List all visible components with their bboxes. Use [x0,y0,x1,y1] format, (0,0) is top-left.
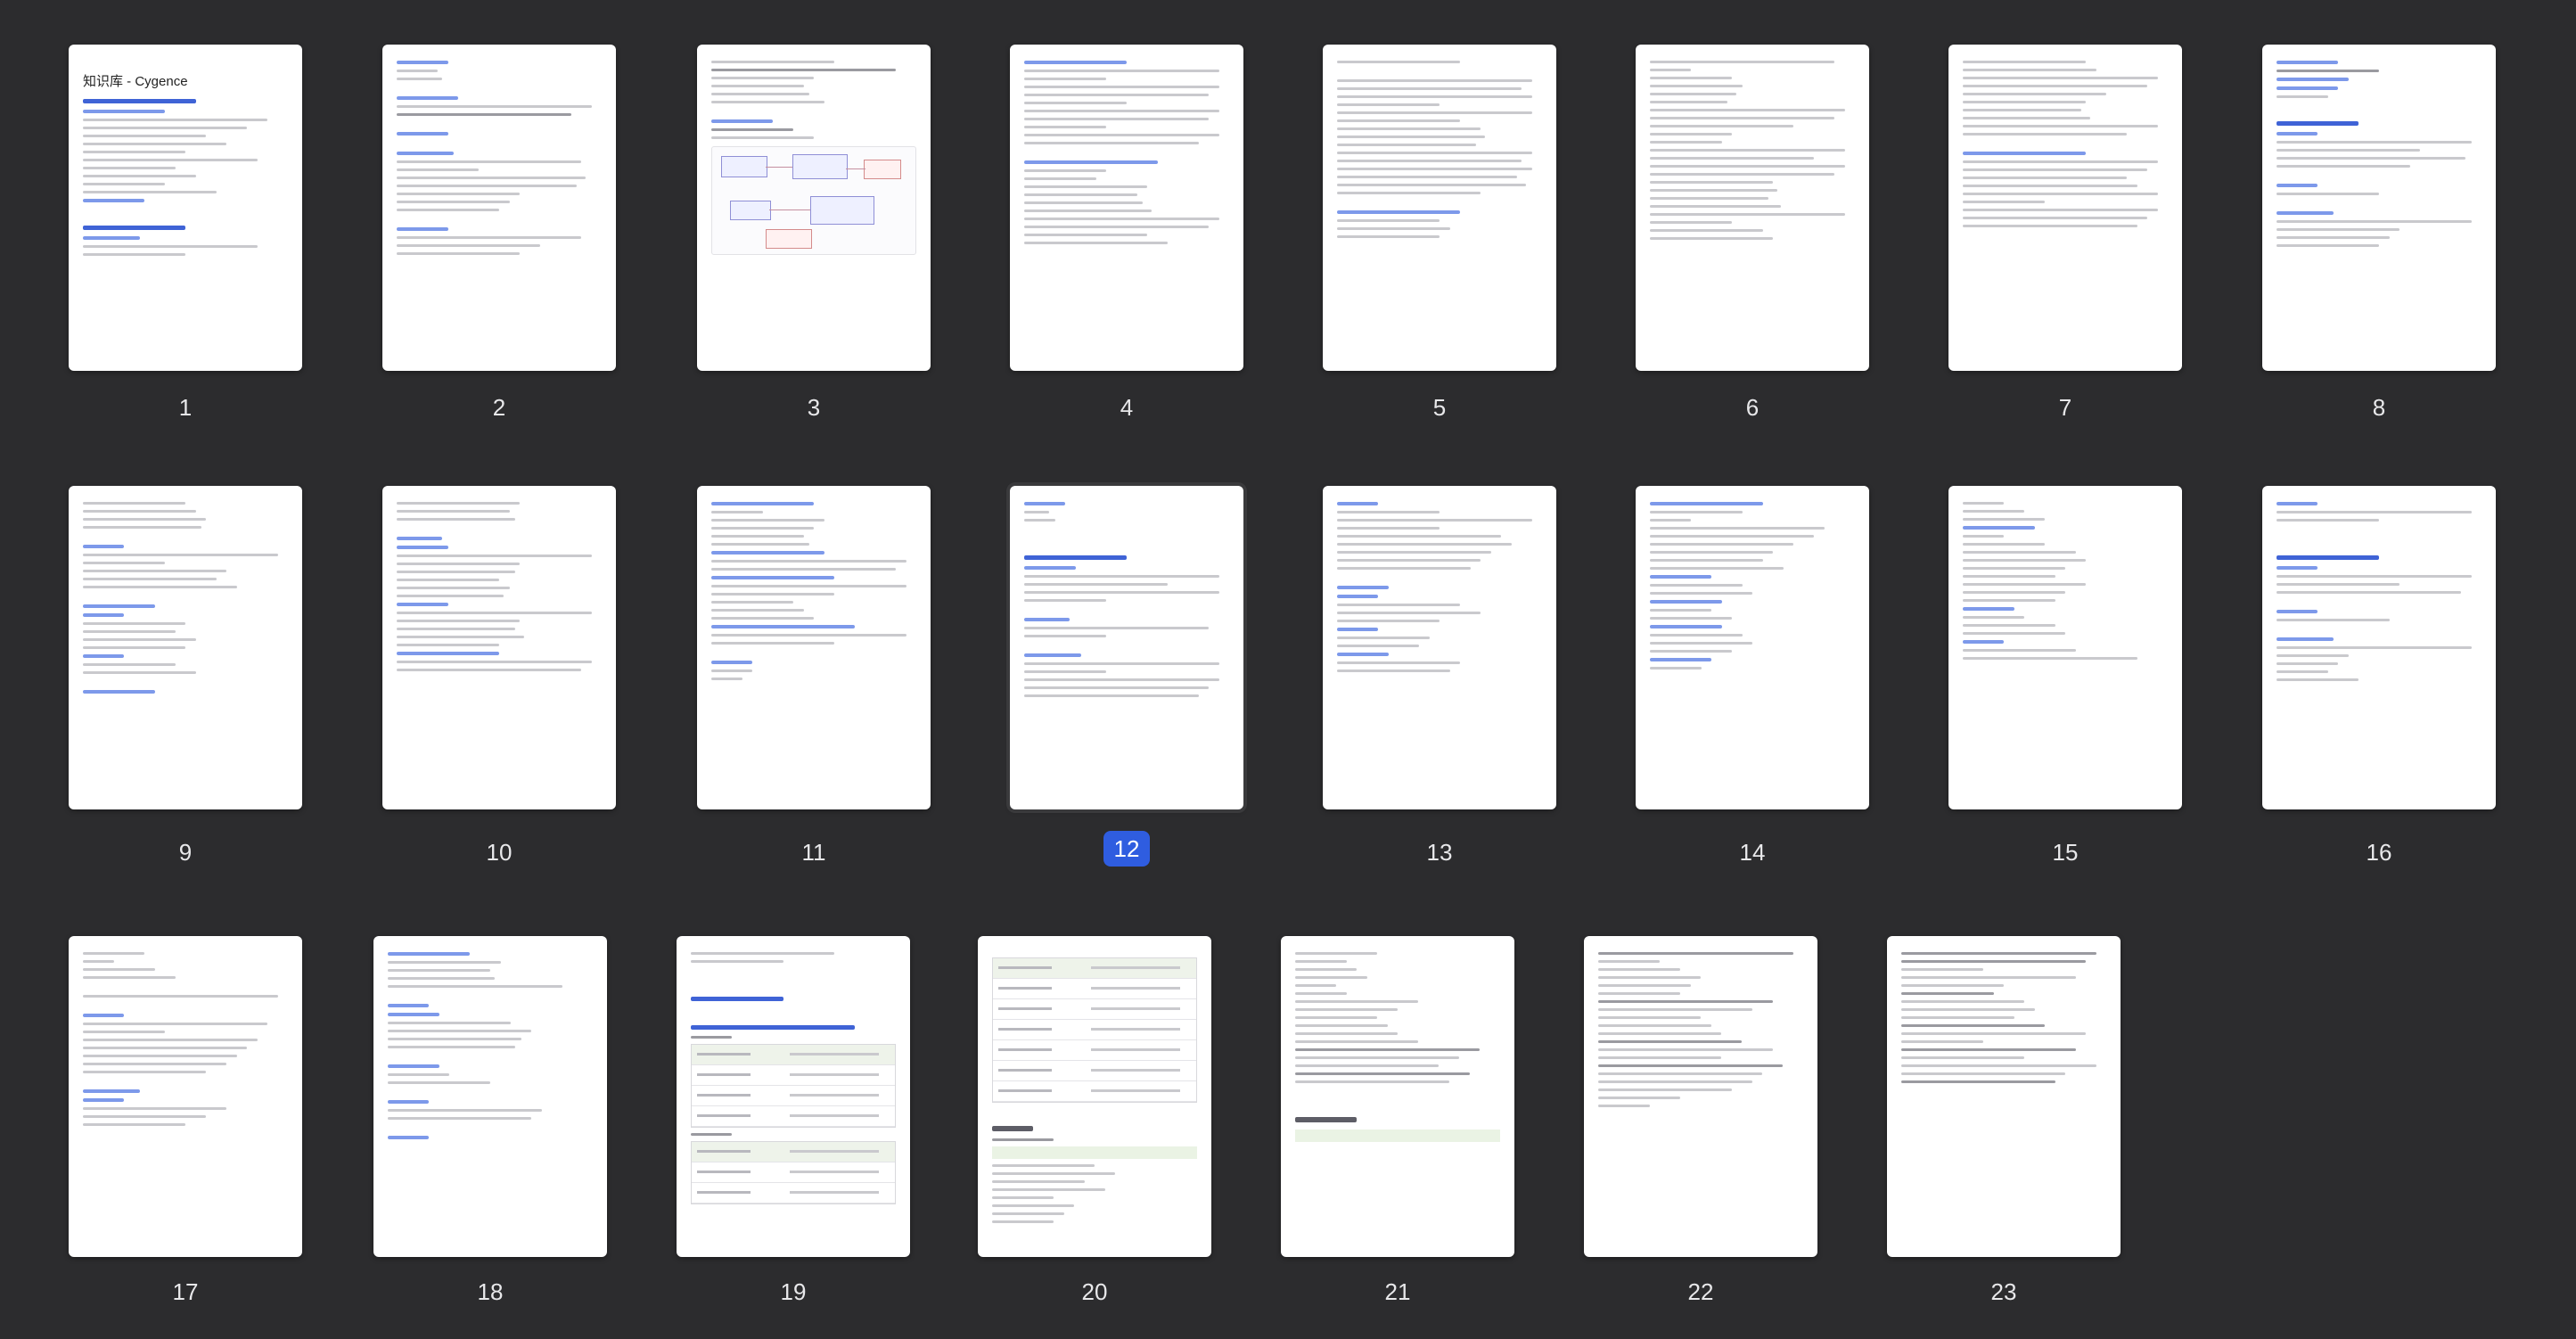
page-thumbnail-21[interactable] [1281,936,1514,1257]
page-thumbnail-15[interactable] [1948,486,2182,809]
page-number-3: 3 [807,394,821,421]
architecture-diagram [711,146,916,255]
page-number-10: 10 [486,839,513,866]
page-19-table [691,1044,896,1128]
page-thumbnail-11[interactable] [697,486,931,809]
page-thumbnail-12[interactable] [1010,486,1243,809]
page-number-1: 1 [178,394,193,421]
page-thumbnail-16[interactable] [2262,486,2496,809]
page-1-heading: 知识库 - Cygence [83,74,188,89]
page-number-11: 11 [801,839,826,866]
page-thumbnail-2[interactable] [382,45,616,371]
page-thumbnail-3[interactable] [697,45,931,371]
page-thumbnail-grid: 知识库 - Cygence 1 2 3 4 5 6 7 8 9 10 11 12… [0,0,2576,1339]
page-number-19: 19 [780,1278,807,1305]
page-thumbnail-22[interactable] [1584,936,1817,1257]
page-thumbnail-6[interactable] [1636,45,1869,371]
page-number-16: 16 [2366,839,2392,866]
page-thumbnail-14[interactable] [1636,486,1869,809]
page-number-4: 4 [1120,394,1134,421]
page-thumbnail-5[interactable] [1323,45,1556,371]
page-thumbnail-23[interactable] [1887,936,2121,1257]
page-number-18: 18 [477,1278,504,1305]
page-number-6: 6 [1745,394,1760,421]
page-number-8: 8 [2372,394,2386,421]
selected-page-badge: 12 [1103,831,1150,867]
page-thumbnail-20[interactable] [978,936,1211,1257]
page-20-table [992,957,1197,1103]
page-thumbnail-18[interactable] [373,936,607,1257]
page-number-2: 2 [492,394,506,421]
page-number-9: 9 [178,839,193,866]
page-thumbnail-8[interactable] [2262,45,2496,371]
page-number-13: 13 [1426,839,1453,866]
page-19-table [691,1141,896,1204]
page-number-21: 21 [1384,1278,1411,1305]
page-thumbnail-1[interactable]: 知识库 - Cygence [69,45,302,371]
page-thumbnail-9[interactable] [69,486,302,809]
page-thumbnail-10[interactable] [382,486,616,809]
page-number-15: 15 [2052,839,2079,866]
page-number-23: 23 [1990,1278,2017,1305]
page-thumbnail-4[interactable] [1010,45,1243,371]
page-thumbnail-17[interactable] [69,936,302,1257]
page-number-7: 7 [2058,394,2072,421]
page-number-20: 20 [1081,1278,1108,1305]
page-number-14: 14 [1739,839,1766,866]
page-number-22: 22 [1687,1278,1714,1305]
page-thumbnail-7[interactable] [1948,45,2182,371]
page-thumbnail-19[interactable] [677,936,910,1257]
page-number-5: 5 [1432,394,1447,421]
page-number-17: 17 [172,1278,199,1305]
page-thumbnail-13[interactable] [1323,486,1556,809]
